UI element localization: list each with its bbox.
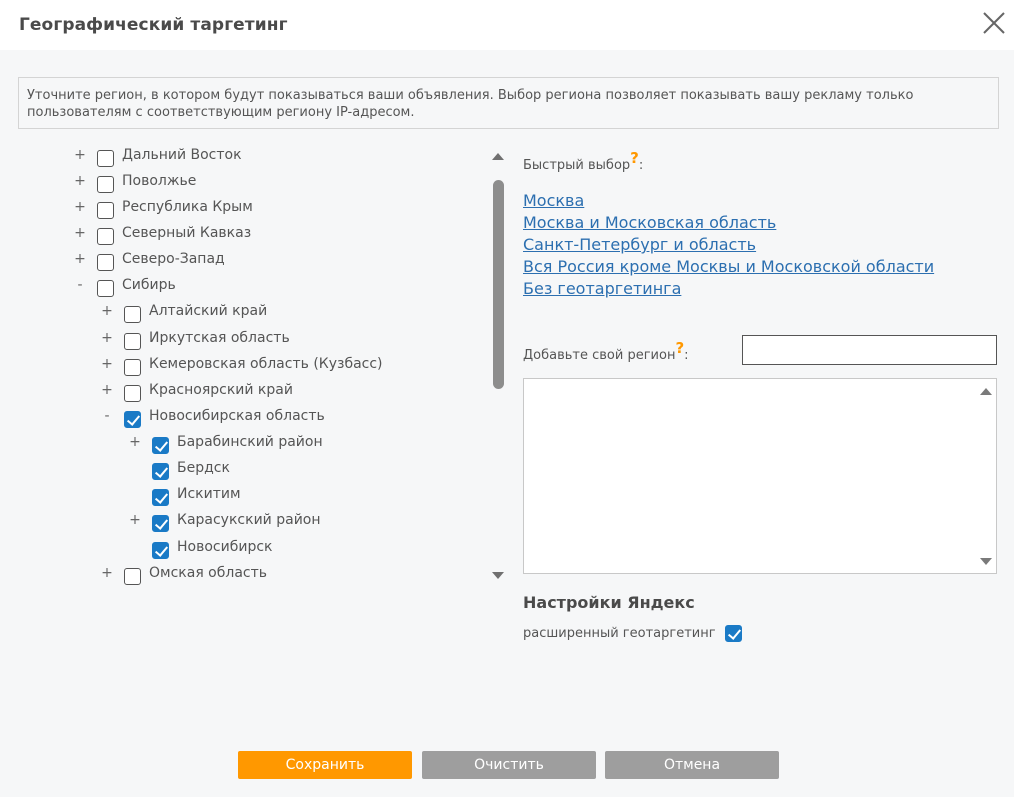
region-label[interactable]: Кемеровская область (Кузбасс)	[149, 356, 383, 372]
expand-icon[interactable]: +	[100, 356, 114, 372]
region-checkbox[interactable]	[124, 333, 141, 350]
dialog-title: Географический таргетинг	[19, 15, 288, 35]
region-label[interactable]: Карасукский район	[177, 512, 321, 528]
save-button[interactable]: Сохранить	[238, 751, 412, 779]
region-checkbox[interactable]	[97, 228, 114, 245]
region-checkbox[interactable]	[124, 411, 141, 428]
expand-icon[interactable]: +	[100, 303, 114, 319]
region-label[interactable]: Поволжье	[122, 173, 196, 189]
region-checkbox[interactable]	[97, 280, 114, 297]
region-checkbox[interactable]	[97, 254, 114, 271]
region-label[interactable]: Алтайский край	[149, 303, 267, 319]
region-label[interactable]: Дальний Восток	[122, 147, 242, 163]
region-checkbox[interactable]	[152, 437, 169, 454]
expand-icon[interactable]: +	[73, 199, 87, 215]
region-checkbox[interactable]	[124, 306, 141, 323]
region-checkbox[interactable]	[97, 176, 114, 193]
region-checkbox[interactable]	[124, 568, 141, 585]
region-label[interactable]: Иркутская область	[149, 330, 290, 346]
quick-link-moscow[interactable]: Москва	[523, 191, 584, 210]
region-checkbox[interactable]	[152, 515, 169, 532]
help-icon[interactable]: ?	[675, 339, 684, 357]
region-checkbox[interactable]	[97, 202, 114, 219]
expand-icon[interactable]: +	[73, 147, 87, 163]
region-label[interactable]: Новосибирская область	[149, 408, 325, 424]
expand-icon[interactable]: +	[100, 382, 114, 398]
scroll-thumb[interactable]	[493, 180, 504, 389]
region-checkbox[interactable]	[124, 359, 141, 376]
box-scroll-down-icon[interactable]	[980, 558, 992, 565]
tree-scrollbar[interactable]	[489, 145, 508, 585]
info-box: Уточните регион, в котором будут показыв…	[18, 77, 999, 129]
box-scroll-up-icon[interactable]	[980, 388, 992, 395]
region-label[interactable]: Северный Кавказ	[122, 225, 251, 241]
close-icon[interactable]	[980, 9, 1008, 37]
quick-link-russia-except-moscow[interactable]: Вся Россия кроме Москвы и Московской обл…	[523, 257, 934, 276]
clear-button[interactable]: Очистить	[422, 751, 596, 779]
region-label[interactable]: Бердск	[177, 460, 230, 476]
collapse-icon[interactable]: -	[73, 277, 87, 293]
selected-regions-box[interactable]	[523, 378, 997, 574]
add-region-text: Добавьте свой регион	[523, 348, 676, 363]
scroll-up-icon[interactable]	[492, 153, 504, 160]
quick-select-text: Быстрый выбор	[523, 158, 631, 173]
yandex-settings-title: Настройки Яндекс	[523, 593, 695, 612]
expand-icon[interactable]: +	[100, 565, 114, 581]
region-checkbox[interactable]	[152, 463, 169, 480]
extended-geotargeting-checkbox[interactable]	[725, 625, 742, 642]
region-checkbox[interactable]	[152, 542, 169, 559]
dialog-header: Географический таргетинг	[0, 0, 1014, 50]
region-label[interactable]: Красноярский край	[149, 382, 293, 398]
quick-select-label: Быстрый выбор?:	[523, 149, 644, 173]
region-label[interactable]: Республика Крым	[122, 199, 253, 215]
cancel-button[interactable]: Отмена	[605, 751, 779, 779]
quick-select-colon: :	[638, 158, 644, 173]
region-checkbox[interactable]	[152, 489, 169, 506]
extended-geotargeting-label: расширенный геотаргетинг	[523, 626, 716, 641]
expand-icon[interactable]: +	[73, 251, 87, 267]
collapse-icon[interactable]: -	[100, 408, 114, 424]
add-region-label: Добавьте свой регион?:	[523, 339, 689, 363]
expand-icon[interactable]: +	[128, 434, 142, 450]
region-label[interactable]: Северо-Запад	[122, 251, 225, 267]
region-label[interactable]: Барабинский район	[177, 434, 323, 450]
quick-link-spb[interactable]: Санкт-Петербург и область	[523, 235, 756, 254]
expand-icon[interactable]: +	[100, 330, 114, 346]
help-icon[interactable]: ?	[630, 149, 639, 167]
region-label[interactable]: Сибирь	[122, 277, 176, 293]
expand-icon[interactable]: +	[73, 225, 87, 241]
expand-icon[interactable]: +	[73, 173, 87, 189]
region-label[interactable]: Омская область	[149, 565, 267, 581]
quick-link-moscow-region[interactable]: Москва и Московская область	[523, 213, 776, 232]
region-label[interactable]: Искитим	[177, 486, 241, 502]
quick-link-no-geotargeting[interactable]: Без геотаргетинга	[523, 279, 681, 298]
scroll-down-icon[interactable]	[492, 572, 504, 579]
region-checkbox[interactable]	[97, 150, 114, 167]
region-checkbox[interactable]	[124, 385, 141, 402]
add-region-colon: :	[684, 348, 689, 363]
expand-icon[interactable]: +	[128, 512, 142, 528]
region-tree: + Дальний Восток + Поволжье + Республика Крым…	[0, 143, 490, 588]
region-label[interactable]: Новосибирск	[177, 539, 272, 555]
add-region-input[interactable]	[742, 335, 997, 365]
